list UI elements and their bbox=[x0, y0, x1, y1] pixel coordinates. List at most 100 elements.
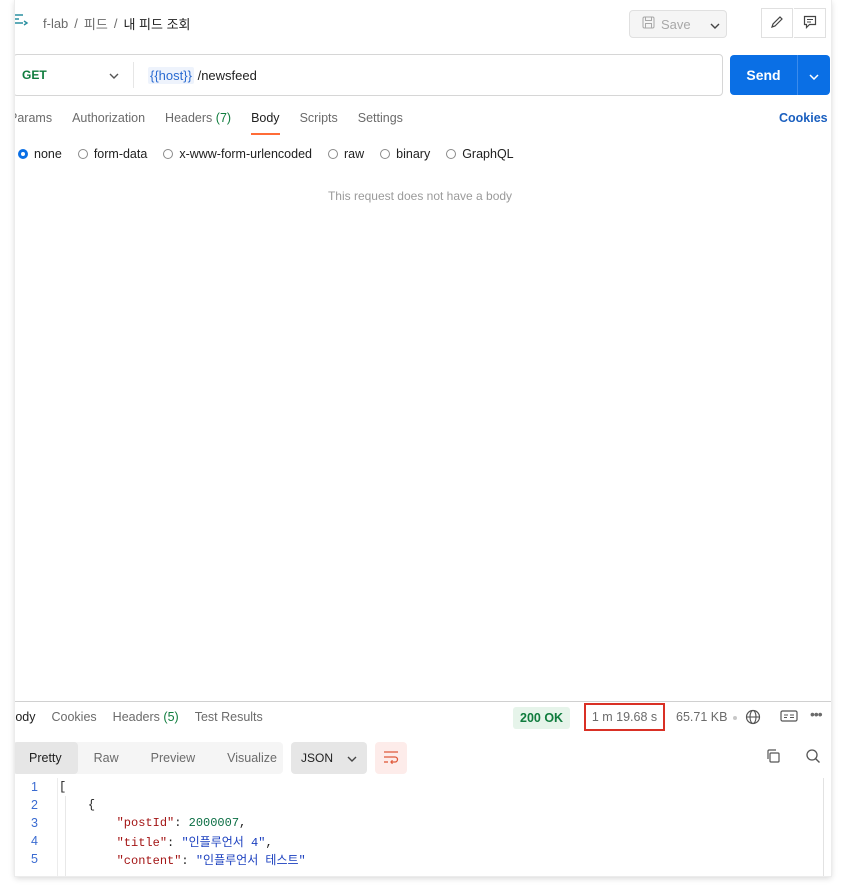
code-token: , bbox=[265, 835, 273, 850]
save-response-icon[interactable] bbox=[780, 709, 798, 726]
http-request-icon bbox=[15, 12, 31, 30]
code-token: "인플루언서 4" bbox=[181, 835, 266, 850]
radio-button[interactable] bbox=[380, 149, 391, 159]
radio-button[interactable] bbox=[328, 149, 338, 159]
code-text: [ bbox=[59, 780, 66, 794]
tab-count: (7) bbox=[215, 111, 232, 125]
tab-label: Params bbox=[15, 111, 53, 125]
response-tab-cookies[interactable]: Cookies bbox=[52, 710, 97, 732]
code-text: "title": "인플루언서 4", bbox=[59, 833, 273, 850]
wrap-lines-icon bbox=[383, 750, 399, 767]
more-options-icon[interactable]: ••• bbox=[810, 706, 823, 722]
method-label: GET bbox=[22, 68, 47, 82]
view-visualize[interactable]: Visualize bbox=[211, 742, 293, 774]
response-tab-body[interactable]: Body bbox=[15, 710, 36, 732]
view-preview[interactable]: Preview bbox=[135, 742, 211, 774]
radio-label: GraphQL bbox=[462, 147, 514, 161]
code-token: [ bbox=[59, 780, 67, 794]
code-token: : bbox=[181, 853, 196, 868]
view-label: Raw bbox=[93, 751, 119, 765]
radio-button[interactable] bbox=[18, 149, 28, 159]
url-input[interactable]: {{host}} /newsfeed bbox=[134, 66, 257, 84]
wrap-lines-button[interactable] bbox=[375, 742, 407, 774]
radio-label: form-data bbox=[93, 147, 148, 161]
save-button[interactable]: Save bbox=[629, 10, 713, 38]
radio-x-www-form-urlencoded[interactable]: x-www-form-urlencoded bbox=[163, 147, 312, 161]
radio-graphql[interactable]: GraphQL bbox=[446, 147, 514, 161]
send-options-button[interactable] bbox=[798, 67, 830, 83]
line-number: 1 bbox=[31, 780, 38, 794]
code-text: { bbox=[59, 798, 95, 812]
view-pretty[interactable]: Pretty bbox=[15, 742, 78, 774]
url-path: /newsfeed bbox=[197, 67, 257, 83]
scrollbar[interactable] bbox=[823, 778, 824, 876]
method-select[interactable]: GET bbox=[15, 62, 134, 88]
response-view-selector: Pretty Raw Preview Visualize bbox=[15, 742, 283, 774]
tab-label: Headers bbox=[165, 111, 213, 125]
postman-request-window: f-lab / 피드 / 내 피드 조회 Save GET {{host}} /… bbox=[15, 0, 831, 876]
tab-label: Authorization bbox=[72, 111, 146, 125]
tab-scripts[interactable]: Scripts bbox=[300, 111, 338, 135]
code-line: 4 "title": "인플루언서 4", bbox=[15, 832, 825, 850]
tab-count: (5) bbox=[163, 710, 179, 724]
tab-label: Test Results bbox=[194, 710, 263, 724]
radio-label: raw bbox=[344, 147, 365, 161]
radio-button[interactable] bbox=[77, 149, 88, 159]
body-type-radio-group: none form-data x-www-form-urlencoded raw… bbox=[18, 147, 530, 161]
breadcrumb-request-name[interactable]: 내 피드 조회 bbox=[123, 14, 190, 33]
response-tabs: Body Cookies Headers (5) Test Results bbox=[15, 710, 279, 732]
response-tab-headers[interactable]: Headers (5) bbox=[113, 710, 179, 732]
response-divider[interactable] bbox=[15, 701, 831, 702]
tab-label: Scripts bbox=[299, 111, 338, 125]
send-button[interactable]: Send bbox=[730, 55, 830, 95]
breadcrumb-folder[interactable]: 피드 bbox=[84, 14, 108, 33]
copy-icon[interactable] bbox=[765, 748, 781, 767]
code-token: "title" bbox=[116, 835, 168, 850]
format-select[interactable]: JSON bbox=[291, 742, 367, 774]
code-line: 3 "postId": 2000007, bbox=[15, 814, 825, 832]
radio-none[interactable]: none bbox=[18, 147, 62, 161]
save-options-button[interactable] bbox=[703, 10, 727, 38]
cookies-link[interactable]: Cookies bbox=[779, 111, 828, 125]
tab-authorization[interactable]: Authorization bbox=[72, 111, 145, 135]
chevron-down-icon bbox=[347, 751, 357, 765]
comments-button[interactable] bbox=[794, 8, 826, 38]
tab-body[interactable]: Body bbox=[251, 111, 280, 135]
code-text: "postId": 2000007, bbox=[59, 816, 247, 830]
line-number: 2 bbox=[31, 798, 38, 812]
line-number: 4 bbox=[31, 834, 38, 848]
response-body-code[interactable]: 1[2 {3 "postId": 2000007, 4 "title": "인플루… bbox=[15, 778, 825, 868]
radio-button[interactable] bbox=[163, 149, 174, 159]
request-tabs: Params Authorization Headers (7) Body Sc… bbox=[15, 111, 423, 135]
url-variable[interactable]: {{host}} bbox=[148, 66, 194, 84]
radio-raw[interactable]: raw bbox=[328, 147, 364, 161]
tab-headers[interactable]: Headers (7) bbox=[165, 111, 231, 135]
radio-button[interactable] bbox=[446, 149, 457, 159]
chevron-down-icon bbox=[809, 67, 819, 83]
tab-params[interactable]: Params bbox=[15, 111, 52, 135]
view-raw[interactable]: Raw bbox=[78, 742, 135, 774]
edit-button[interactable] bbox=[761, 8, 793, 38]
code-token: "content" bbox=[116, 853, 182, 868]
url-bar: GET {{host}} /newsfeed bbox=[15, 54, 723, 96]
breadcrumb: f-lab / 피드 / 내 피드 조회 bbox=[43, 14, 191, 33]
response-tab-test-results[interactable]: Test Results bbox=[195, 710, 263, 732]
response-size[interactable]: 65.71 KB bbox=[676, 710, 727, 724]
status-badge[interactable]: 200 OK bbox=[513, 707, 571, 729]
breadcrumb-separator: / bbox=[113, 16, 118, 31]
globe-icon[interactable] bbox=[745, 709, 761, 728]
search-icon[interactable] bbox=[805, 748, 821, 767]
response-time[interactable]: 1 m 19.68 s bbox=[584, 703, 665, 731]
radio-label: binary bbox=[396, 147, 431, 161]
radio-form-data[interactable]: form-data bbox=[77, 147, 148, 161]
send-label: Send bbox=[746, 67, 781, 83]
format-label: JSON bbox=[301, 751, 334, 765]
view-label: Pretty bbox=[29, 751, 62, 765]
breadcrumb-collection[interactable]: f-lab bbox=[43, 16, 68, 31]
code-line: 1[ bbox=[15, 778, 825, 796]
comment-icon bbox=[803, 15, 817, 32]
pencil-icon bbox=[770, 15, 784, 32]
radio-binary[interactable]: binary bbox=[380, 147, 430, 161]
code-text: "content": "인플루언서 테스트" bbox=[59, 851, 306, 868]
tab-settings[interactable]: Settings bbox=[358, 111, 403, 135]
